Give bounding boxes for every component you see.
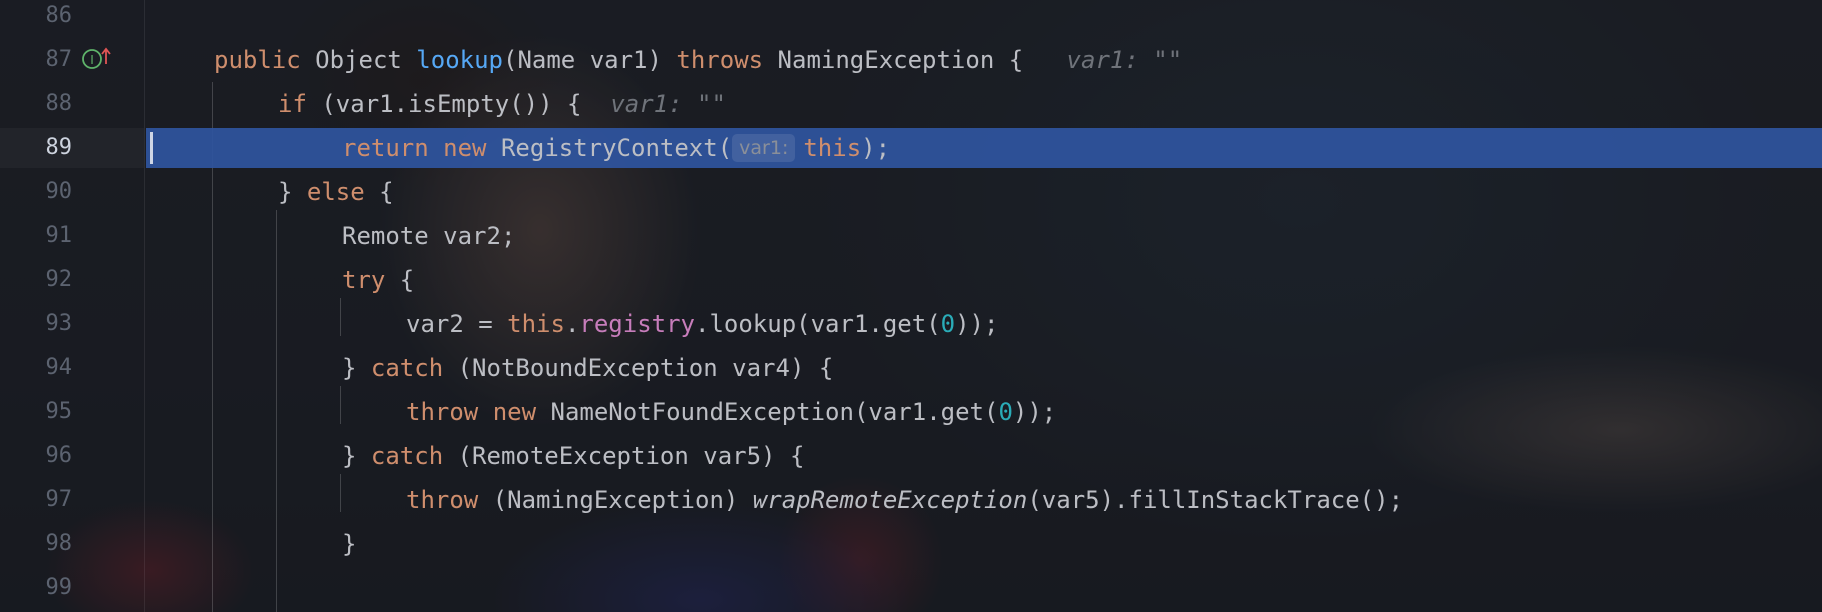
- method-name: lookup: [416, 46, 503, 74]
- code-line[interactable]: 92 try {: [0, 258, 1822, 302]
- brace: }: [342, 442, 371, 470]
- code-end: ));: [955, 310, 999, 338]
- brace: }: [278, 178, 307, 206]
- debug-value-hint: var1: "": [1066, 46, 1183, 74]
- type-name: Object: [300, 46, 417, 74]
- current-execution-line[interactable]: 89 return new RegistryContext(var1: this)…: [0, 126, 1822, 170]
- line-number[interactable]: 99: [12, 566, 73, 610]
- keyword: throw: [406, 398, 479, 426]
- code-mid: NameNotFoundException(var1.get(: [536, 398, 999, 426]
- keyword: this: [803, 134, 862, 162]
- code-text[interactable]: } catch (NotBoundException var4) {: [342, 346, 833, 390]
- keyword: if: [278, 90, 307, 118]
- line-number[interactable]: 88: [12, 82, 73, 126]
- keyword: new: [443, 134, 487, 162]
- code-line[interactable]: 87 public Object lookup(Name var1) throw…: [0, 38, 1822, 82]
- keyword: return: [342, 134, 429, 162]
- code-line[interactable]: 98 }: [0, 522, 1822, 566]
- line-number[interactable]: 94: [12, 346, 73, 390]
- number-literal: 0: [998, 398, 1013, 426]
- code-pre: var2 =: [406, 310, 508, 338]
- code-text[interactable]: throw (NamingException) wrapRemoteExcept…: [406, 478, 1403, 522]
- line-number[interactable]: 92: [12, 258, 73, 302]
- code-rest: (RemoteException var5) {: [443, 442, 805, 470]
- code-mid: .lookup(var1.get(: [695, 310, 941, 338]
- code-text[interactable]: try {: [342, 258, 414, 302]
- constructor-call: RegistryContext(: [486, 134, 733, 162]
- keyword: throw: [406, 486, 479, 514]
- line-number[interactable]: 89: [12, 126, 73, 170]
- code-rest: NamingException {: [763, 46, 1024, 74]
- code-text[interactable]: public Object lookup(Name var1) throws N…: [214, 38, 1182, 82]
- code-line[interactable]: 86: [0, 0, 1822, 38]
- code-text[interactable]: }: [342, 522, 356, 566]
- code-rest: {: [364, 178, 394, 206]
- text-caret: [150, 132, 153, 164]
- keyword: catch: [370, 354, 444, 382]
- keyword: else: [306, 178, 365, 206]
- code-editor[interactable]: I 86 87 public Object lookup(Name var1) …: [0, 0, 1822, 612]
- field-name: registry: [579, 310, 695, 338]
- code-line[interactable]: 94 } catch (NotBoundException var4) {: [0, 346, 1822, 390]
- line-number[interactable]: 87: [12, 38, 73, 82]
- code-line[interactable]: 99: [0, 566, 1822, 610]
- code-rest: (var5).fillInStackTrace();: [1027, 486, 1404, 514]
- code-line[interactable]: 90 } else {: [0, 170, 1822, 214]
- dot: .: [564, 310, 580, 338]
- code-rest: );: [861, 134, 891, 162]
- code-line[interactable]: 91 Remote var2;: [0, 214, 1822, 258]
- debug-value-hint: var1: "": [610, 90, 726, 118]
- code-line[interactable]: 93 var2 = this.registry.lookup(var1.get(…: [0, 302, 1822, 346]
- line-number[interactable]: 90: [12, 170, 73, 214]
- code-text[interactable]: return new RegistryContext(var1: this);: [342, 126, 890, 170]
- parameters: (Name var1): [503, 46, 677, 74]
- line-number[interactable]: 96: [12, 434, 73, 478]
- keyword: throws: [676, 46, 764, 74]
- line-number[interactable]: 93: [12, 302, 73, 346]
- cast: (NamingException): [478, 486, 753, 514]
- code-text[interactable]: Remote var2;: [342, 214, 515, 258]
- code-text[interactable]: var2 = this.registry.lookup(var1.get(0))…: [406, 302, 998, 346]
- parameter-name-hint: var1:: [732, 134, 796, 162]
- code-line[interactable]: 97 throw (NamingException) wrapRemoteExc…: [0, 478, 1822, 522]
- keyword: catch: [370, 442, 444, 470]
- code-text[interactable]: } else {: [278, 170, 394, 214]
- line-number[interactable]: 86: [12, 0, 73, 38]
- code-rest: (NotBoundException var4) {: [443, 354, 834, 382]
- code-end: ));: [1012, 398, 1057, 426]
- code-line[interactable]: 88 if (var1.isEmpty()) { var1: "": [0, 82, 1822, 126]
- number-literal: 0: [940, 310, 956, 338]
- line-number[interactable]: 95: [12, 390, 73, 434]
- code-line[interactable]: 95 throw new NameNotFoundException(var1.…: [0, 390, 1822, 434]
- code-text[interactable]: if (var1.isEmpty()) { var1: "": [278, 82, 726, 126]
- code-text[interactable]: } catch (RemoteException var5) {: [342, 434, 804, 478]
- code-rest: (var1.isEmpty()) {: [306, 90, 582, 118]
- line-number[interactable]: 98: [12, 522, 73, 566]
- line-number[interactable]: 97: [12, 478, 73, 522]
- keyword: public: [214, 46, 301, 74]
- brace: }: [342, 354, 371, 382]
- keyword: this: [507, 310, 565, 338]
- code-text[interactable]: throw new NameNotFoundException(var1.get…: [406, 390, 1056, 434]
- code-rest: {: [385, 266, 415, 294]
- static-method-call: wrapRemoteException: [752, 486, 1028, 514]
- keyword: try: [342, 266, 386, 294]
- code-line[interactable]: 96 } catch (RemoteException var5) {: [0, 434, 1822, 478]
- line-number[interactable]: 91: [12, 214, 73, 258]
- keyword: new: [492, 398, 537, 426]
